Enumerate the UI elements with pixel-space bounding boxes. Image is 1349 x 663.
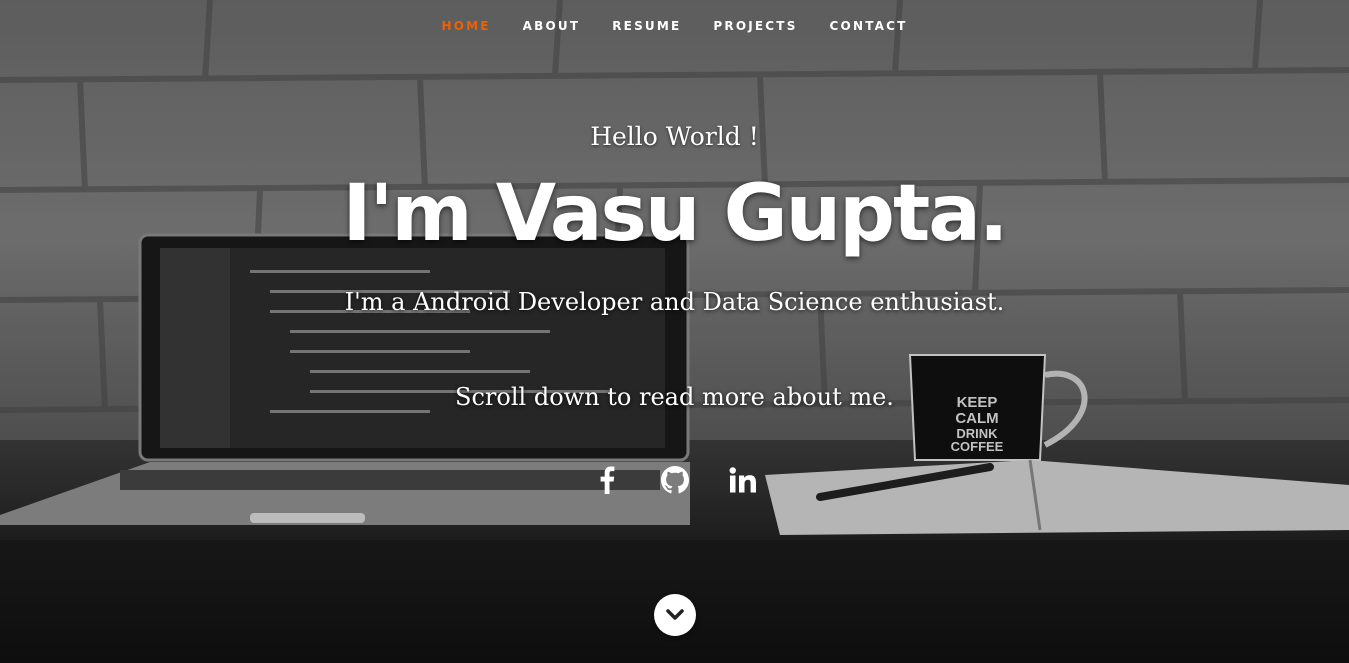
nav-projects[interactable]: PROJECTS xyxy=(697,16,813,36)
hero-background: KEEP CALM DRINK COFFEE xyxy=(0,0,1349,663)
nav-contact[interactable]: CONTACT xyxy=(814,16,924,36)
linkedin-link[interactable] xyxy=(725,462,761,498)
facebook-link[interactable] xyxy=(589,462,625,498)
hero-name: I'm Vasu Gupta. xyxy=(342,169,1008,259)
github-icon xyxy=(660,466,689,494)
social-links xyxy=(0,462,1349,498)
hero-greeting: Hello World ! xyxy=(590,122,759,151)
nav-about[interactable]: ABOUT xyxy=(507,16,597,36)
main-nav: HOME ABOUT RESUME PROJECTS CONTACT xyxy=(0,16,1349,36)
github-link[interactable] xyxy=(657,462,693,498)
nav-resume[interactable]: RESUME xyxy=(596,16,697,36)
linkedin-icon xyxy=(729,467,756,493)
chevron-down-icon xyxy=(666,609,684,620)
hero-scroll-text: Scroll down to read more about me. xyxy=(455,383,894,411)
hero-overlay xyxy=(0,0,1349,663)
scroll-down-button[interactable] xyxy=(654,594,696,636)
facebook-icon xyxy=(600,466,614,494)
hero-tagline: I'm a Android Developer and Data Science… xyxy=(344,288,1005,316)
nav-home[interactable]: HOME xyxy=(425,16,506,36)
